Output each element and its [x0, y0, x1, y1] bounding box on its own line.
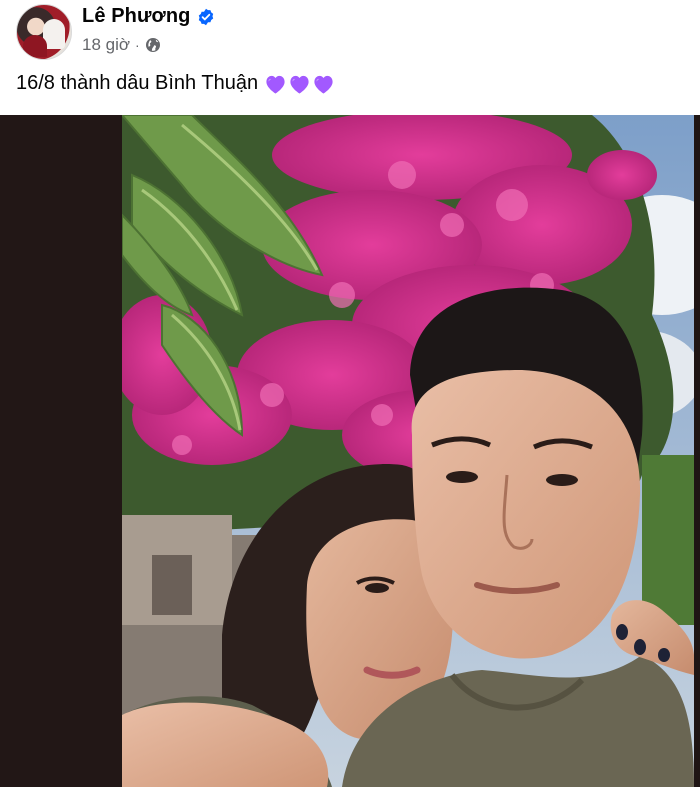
- photo-letterbox-left: [0, 115, 122, 787]
- purple-heart-icon: [264, 73, 287, 95]
- post-photo[interactable]: [0, 115, 700, 787]
- photo-letterbox-right: [694, 115, 700, 787]
- author-avatar[interactable]: [16, 4, 72, 60]
- post-meta: 18 giờ ·: [82, 35, 161, 55]
- author-name[interactable]: Lê Phương: [82, 5, 191, 28]
- purple-heart-icon: [312, 73, 335, 95]
- post-timestamp[interactable]: 18 giờ: [82, 35, 130, 55]
- purple-heart-icon: [288, 73, 311, 95]
- meta-separator: ·: [135, 37, 140, 53]
- caption-emojis: [264, 73, 335, 95]
- verified-badge-icon: [197, 8, 215, 26]
- selfie-photo[interactable]: [122, 115, 694, 787]
- post-caption: 16/8 thành dâu Bình Thuận: [16, 72, 335, 95]
- globe-icon[interactable]: [145, 37, 161, 53]
- caption-text: 16/8 thành dâu Bình Thuận: [16, 72, 259, 94]
- author-name-row: Lê Phương: [82, 5, 215, 28]
- post-header: Lê Phương 18 giờ ·: [0, 0, 700, 64]
